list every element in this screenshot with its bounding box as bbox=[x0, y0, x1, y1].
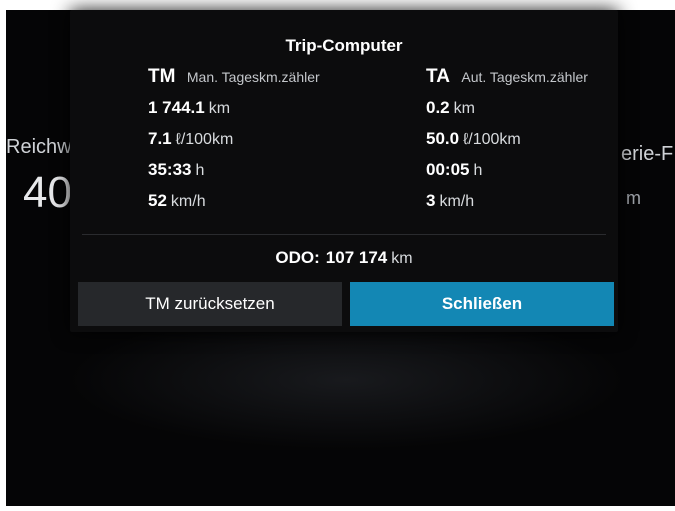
unit: h bbox=[473, 162, 483, 179]
value: 1 744.1 bbox=[148, 98, 205, 117]
trip-manual-speed: 52 km/h bbox=[148, 189, 320, 220]
odometer-label: ODO: bbox=[275, 248, 320, 267]
unit: km/h bbox=[170, 193, 206, 210]
trip-auto-distance: 0.2 km bbox=[426, 96, 588, 127]
value: 35:33 bbox=[148, 160, 192, 179]
dialog-title: Trip-Computer bbox=[285, 36, 403, 55]
background-range-label: Reichw bbox=[6, 136, 72, 158]
trip-manual-header: TM Man. Tageskm.zähler bbox=[148, 66, 320, 96]
value: 3 bbox=[426, 191, 436, 210]
trip-auto-consumption: 50.0 ℓ/100km bbox=[426, 127, 588, 158]
odometer: ODO: 107 174 km bbox=[70, 248, 618, 268]
trip-auto-time: 00:05 h bbox=[426, 158, 588, 189]
unit: h bbox=[195, 162, 205, 179]
value: 7.1 bbox=[148, 129, 172, 148]
odometer-value: 107 174 bbox=[325, 248, 388, 267]
value: 50.0 bbox=[426, 129, 460, 148]
trip-manual-code: TM bbox=[148, 66, 176, 87]
value: 00:05 bbox=[426, 160, 470, 179]
value: 52 bbox=[148, 191, 167, 210]
trip-manual-distance: 1 744.1 km bbox=[148, 96, 320, 127]
unit: km bbox=[208, 100, 231, 117]
trip-computer-dialog: Trip-Computer TM Man. Tageskm.zähler 1 7… bbox=[70, 10, 618, 332]
value: 0.2 bbox=[426, 98, 450, 117]
trip-manual-time: 35:33 h bbox=[148, 158, 320, 189]
background-battery-unit: m bbox=[626, 188, 641, 208]
trip-auto-code: TA bbox=[426, 66, 450, 87]
background-range-value: 40 bbox=[23, 168, 72, 217]
reset-trip-button[interactable]: TM zurücksetzen bbox=[78, 282, 342, 326]
background-battery-label: erie-F bbox=[621, 143, 674, 165]
unit: ℓ/100km bbox=[463, 131, 521, 148]
trip-auto-column: TA Aut. Tageskm.zähler 0.2 km 50.0 ℓ/100km… bbox=[426, 66, 588, 220]
unit: ℓ/100km bbox=[175, 131, 234, 148]
trip-manual-consumption: 7.1 ℓ/100km bbox=[148, 127, 320, 158]
divider bbox=[82, 234, 606, 235]
close-button[interactable]: Schließen bbox=[350, 282, 614, 326]
trip-auto-header: TA Aut. Tageskm.zähler bbox=[426, 66, 588, 96]
trip-manual-column: TM Man. Tageskm.zähler 1 744.1 km 7.1 ℓ/10… bbox=[148, 66, 320, 220]
trip-manual-description: Man. Tageskm.zähler bbox=[186, 69, 320, 85]
unit: km/h bbox=[439, 193, 475, 210]
trip-auto-description: Aut. Tageskm.zähler bbox=[461, 69, 588, 85]
trip-auto-speed: 3 km/h bbox=[426, 189, 588, 220]
unit: km bbox=[453, 100, 475, 117]
odometer-unit: km bbox=[391, 250, 413, 267]
